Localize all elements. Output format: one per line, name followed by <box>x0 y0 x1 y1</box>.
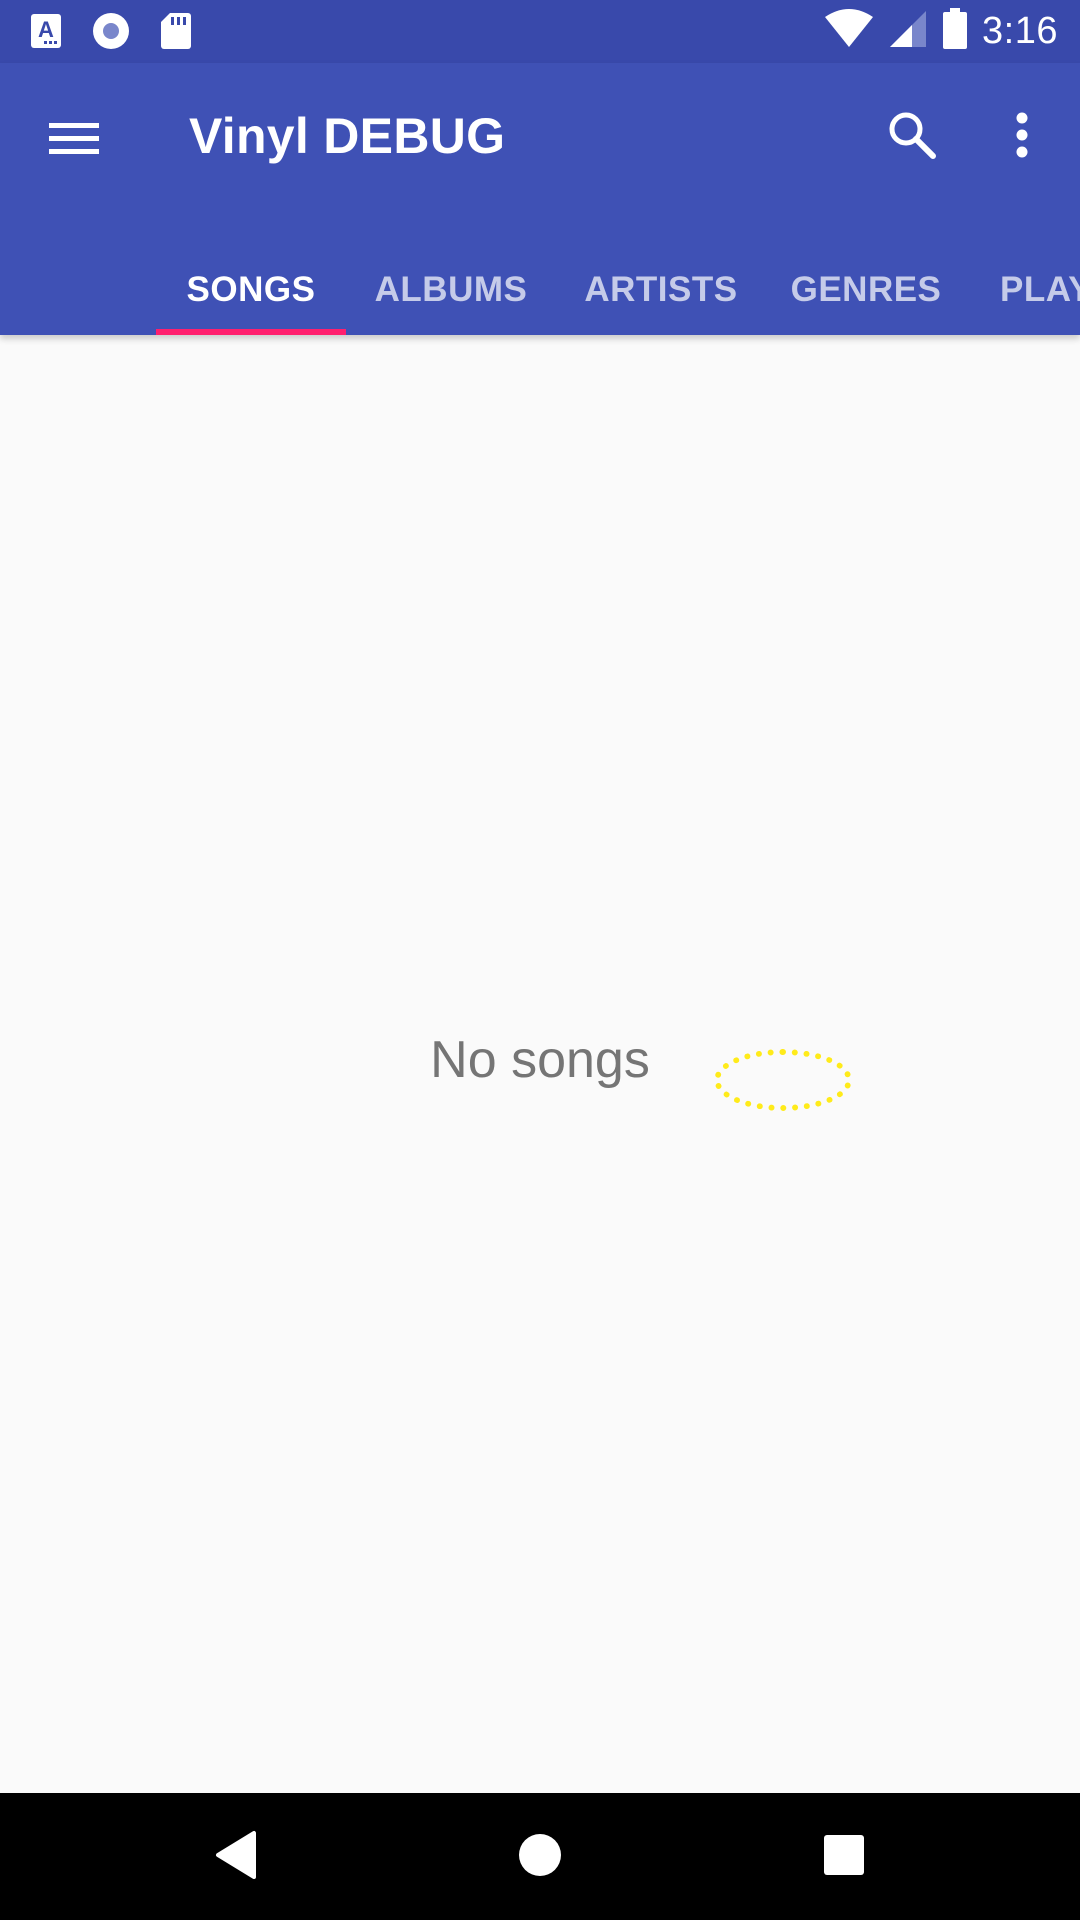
menu-button[interactable] <box>42 109 106 173</box>
back-icon <box>214 1830 258 1885</box>
battery-icon <box>942 8 968 55</box>
text-a-icon: A <box>30 13 62 54</box>
menu-icon <box>49 121 99 162</box>
sd-card-icon <box>160 12 192 55</box>
tab-artists[interactable]: ARTISTS <box>556 245 766 335</box>
search-button[interactable] <box>880 105 944 169</box>
overflow-menu-button[interactable] <box>990 105 1054 169</box>
status-bar: A 3:16 <box>0 0 1080 63</box>
record-icon <box>92 12 130 55</box>
home-icon <box>517 1832 563 1883</box>
tab-songs[interactable]: SONGS <box>156 245 346 335</box>
navigation-bar <box>0 1793 1080 1920</box>
app-title: Vinyl DEBUG <box>189 108 506 164</box>
app-bar: Vinyl DEBUG SONGS ALBUMS ARTISTS GENRES … <box>0 63 1080 335</box>
cell-signal-icon <box>888 9 928 54</box>
recents-icon <box>823 1834 865 1881</box>
overflow-icon <box>1015 112 1029 163</box>
home-button[interactable] <box>500 1817 580 1897</box>
empty-state-message: No songs <box>430 1031 650 1089</box>
back-button[interactable] <box>196 1817 276 1897</box>
touch-highlight-ring <box>714 1049 852 1111</box>
tab-indicator <box>156 329 346 335</box>
tab-albums[interactable]: ALBUMS <box>346 245 556 335</box>
tab-genres[interactable]: GENRES <box>766 245 966 335</box>
tab-bar: SONGS ALBUMS ARTISTS GENRES PLAYLISTS <box>0 245 1080 335</box>
status-time: 3:16 <box>982 10 1058 52</box>
wifi-icon <box>824 9 874 54</box>
search-icon <box>887 110 937 165</box>
svg-text:A: A <box>38 17 54 42</box>
tab-playlists[interactable]: PLAYLISTS <box>966 245 1080 335</box>
status-right-icons: 3:16 <box>824 8 1058 55</box>
recents-button[interactable] <box>804 1817 884 1897</box>
status-left-icons: A <box>30 12 192 55</box>
